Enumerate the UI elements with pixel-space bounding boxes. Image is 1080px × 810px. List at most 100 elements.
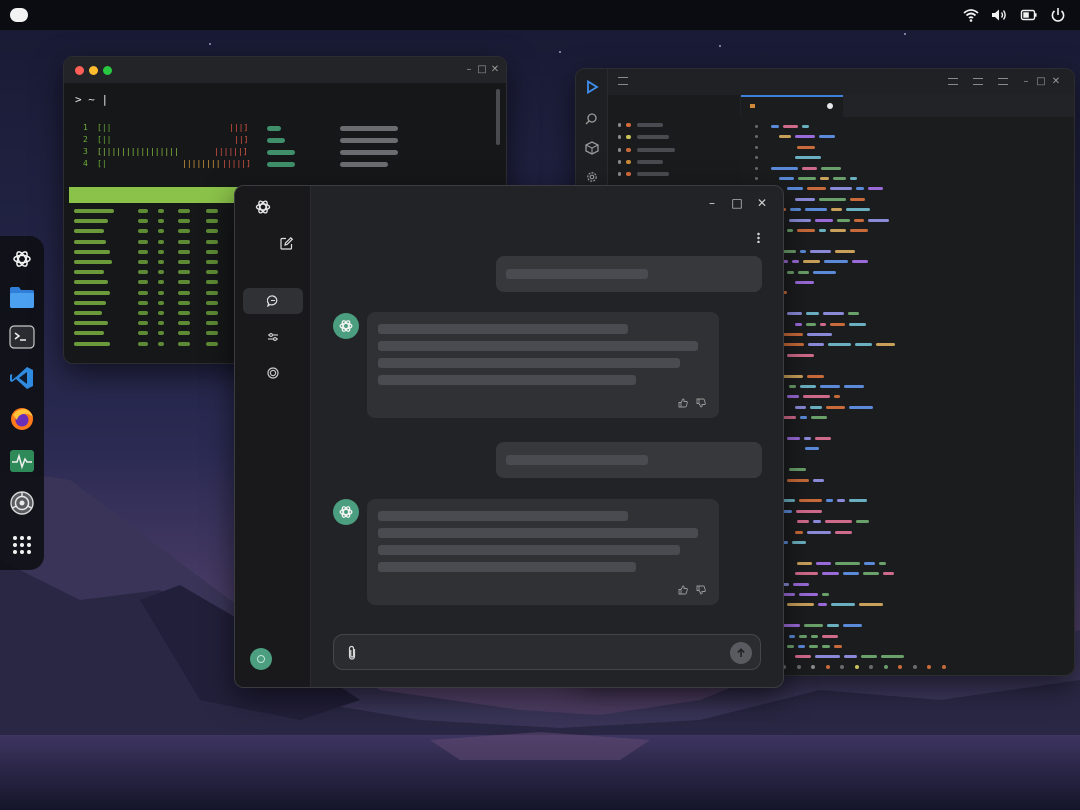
close-dot[interactable] <box>75 66 84 75</box>
more-options-icon[interactable] <box>757 232 760 243</box>
user-avatar[interactable] <box>250 648 272 670</box>
code-token <box>856 187 864 191</box>
line-number <box>755 177 758 180</box>
new-chat-icon[interactable] <box>280 237 293 250</box>
code-token <box>854 218 864 222</box>
code-token <box>781 374 803 378</box>
process-row-name <box>74 341 110 346</box>
code-token <box>835 249 855 253</box>
code-token <box>819 229 826 232</box>
chat-history-button[interactable] <box>243 288 303 314</box>
swap-meter <box>340 138 398 143</box>
code-token <box>820 177 829 180</box>
status-indicator <box>883 665 888 669</box>
power-icon[interactable] <box>1049 6 1067 24</box>
editor-titlebar[interactable]: – □ ✕ <box>576 69 1074 95</box>
process-row-cell <box>178 300 190 305</box>
code-token <box>868 187 883 191</box>
thumbs-up-icon[interactable] <box>678 398 688 408</box>
files-dock-item[interactable] <box>9 284 35 310</box>
code-token <box>816 561 831 565</box>
vscode-dock-item[interactable] <box>9 365 35 391</box>
send-button[interactable] <box>730 642 752 664</box>
layout-icon[interactable] <box>998 78 1008 85</box>
app-grid-dock-item[interactable] <box>9 532 35 558</box>
cpu-meter: ||||||] <box>214 147 248 156</box>
activities-button[interactable] <box>10 8 28 22</box>
close-button[interactable]: ✕ <box>489 64 501 76</box>
code-token <box>795 572 818 576</box>
menu-icon[interactable] <box>618 77 628 85</box>
terminal-scrollbar[interactable] <box>496 89 500 145</box>
code-token <box>835 530 852 534</box>
terminal-titlebar[interactable]: – □ ✕ <box>64 57 506 83</box>
close-button[interactable]: ✕ <box>755 196 769 210</box>
code-token <box>848 312 859 316</box>
layout-icon[interactable] <box>973 78 983 85</box>
process-row-cell <box>158 321 164 326</box>
gear-icon[interactable] <box>585 170 599 184</box>
chat-window[interactable]: – □ ✕ <box>234 185 784 688</box>
code-token <box>795 135 815 139</box>
process-row-cell <box>206 270 218 275</box>
paperclip-icon[interactable] <box>346 645 358 661</box>
system-monitor-dock-item[interactable] <box>9 448 35 474</box>
firefox-icon <box>11 408 33 430</box>
status-indicator <box>941 665 946 669</box>
process-row-name <box>74 239 106 244</box>
wifi-icon[interactable] <box>962 6 980 24</box>
code-token <box>779 177 794 180</box>
tree-folder-icon <box>626 159 631 164</box>
terminal-prompt[interactable]: > ~ | <box>75 93 108 106</box>
memory-meter <box>267 138 285 143</box>
firefox-dock-item[interactable] <box>9 406 35 432</box>
code-token <box>807 374 824 378</box>
thumbs-down-icon[interactable] <box>696 398 706 408</box>
debug-icon[interactable] <box>585 111 599 125</box>
code-token <box>806 312 819 316</box>
cpu-meter: |||||] <box>222 159 251 168</box>
message-text <box>378 545 680 555</box>
close-button[interactable]: ✕ <box>1050 76 1062 88</box>
run-icon[interactable] <box>585 80 599 94</box>
code-area[interactable] <box>741 119 1074 659</box>
chatgpt-dock-item[interactable] <box>9 246 35 272</box>
thumbs-up-icon[interactable] <box>678 585 688 595</box>
sliders-button[interactable] <box>243 324 303 350</box>
process-row-name <box>74 290 110 295</box>
explore-button[interactable] <box>243 360 303 386</box>
maximize-button[interactable]: □ <box>476 64 488 76</box>
minimize-button[interactable]: – <box>1020 76 1032 88</box>
code-token <box>805 208 827 212</box>
active-editor-tab[interactable] <box>741 95 843 117</box>
minimize-button[interactable]: – <box>463 64 475 76</box>
process-row-cell <box>178 290 190 295</box>
settings-dock-item[interactable] <box>9 490 35 516</box>
process-row-cell <box>158 331 164 336</box>
code-token <box>787 478 809 482</box>
layout-icon[interactable] <box>948 78 958 85</box>
terminal-dock-item[interactable] <box>9 324 35 350</box>
code-token <box>830 322 845 326</box>
cpu-meter: |||] <box>229 123 249 132</box>
process-row-cell <box>158 249 164 254</box>
code-token <box>843 624 862 628</box>
process-row-cell <box>158 280 164 285</box>
battery-icon[interactable] <box>1020 6 1038 24</box>
process-row-name <box>74 311 102 315</box>
maximize-button[interactable]: □ <box>1035 76 1047 88</box>
message-input[interactable] <box>372 643 712 663</box>
unsaved-dot-icon[interactable] <box>827 103 833 109</box>
code-token <box>771 125 779 128</box>
code-token <box>807 530 831 534</box>
terminal-icon <box>9 325 35 349</box>
thumbs-down-icon[interactable] <box>696 585 706 595</box>
minimize-button[interactable]: – <box>705 196 719 210</box>
chatgpt-logo-icon[interactable] <box>254 198 272 216</box>
extensions-icon[interactable] <box>585 141 599 155</box>
volume-icon[interactable] <box>990 6 1008 24</box>
maximize-button[interactable]: □ <box>730 196 744 210</box>
maximize-dot[interactable] <box>103 66 112 75</box>
status-indicator <box>927 665 931 669</box>
minimize-dot[interactable] <box>89 66 98 75</box>
